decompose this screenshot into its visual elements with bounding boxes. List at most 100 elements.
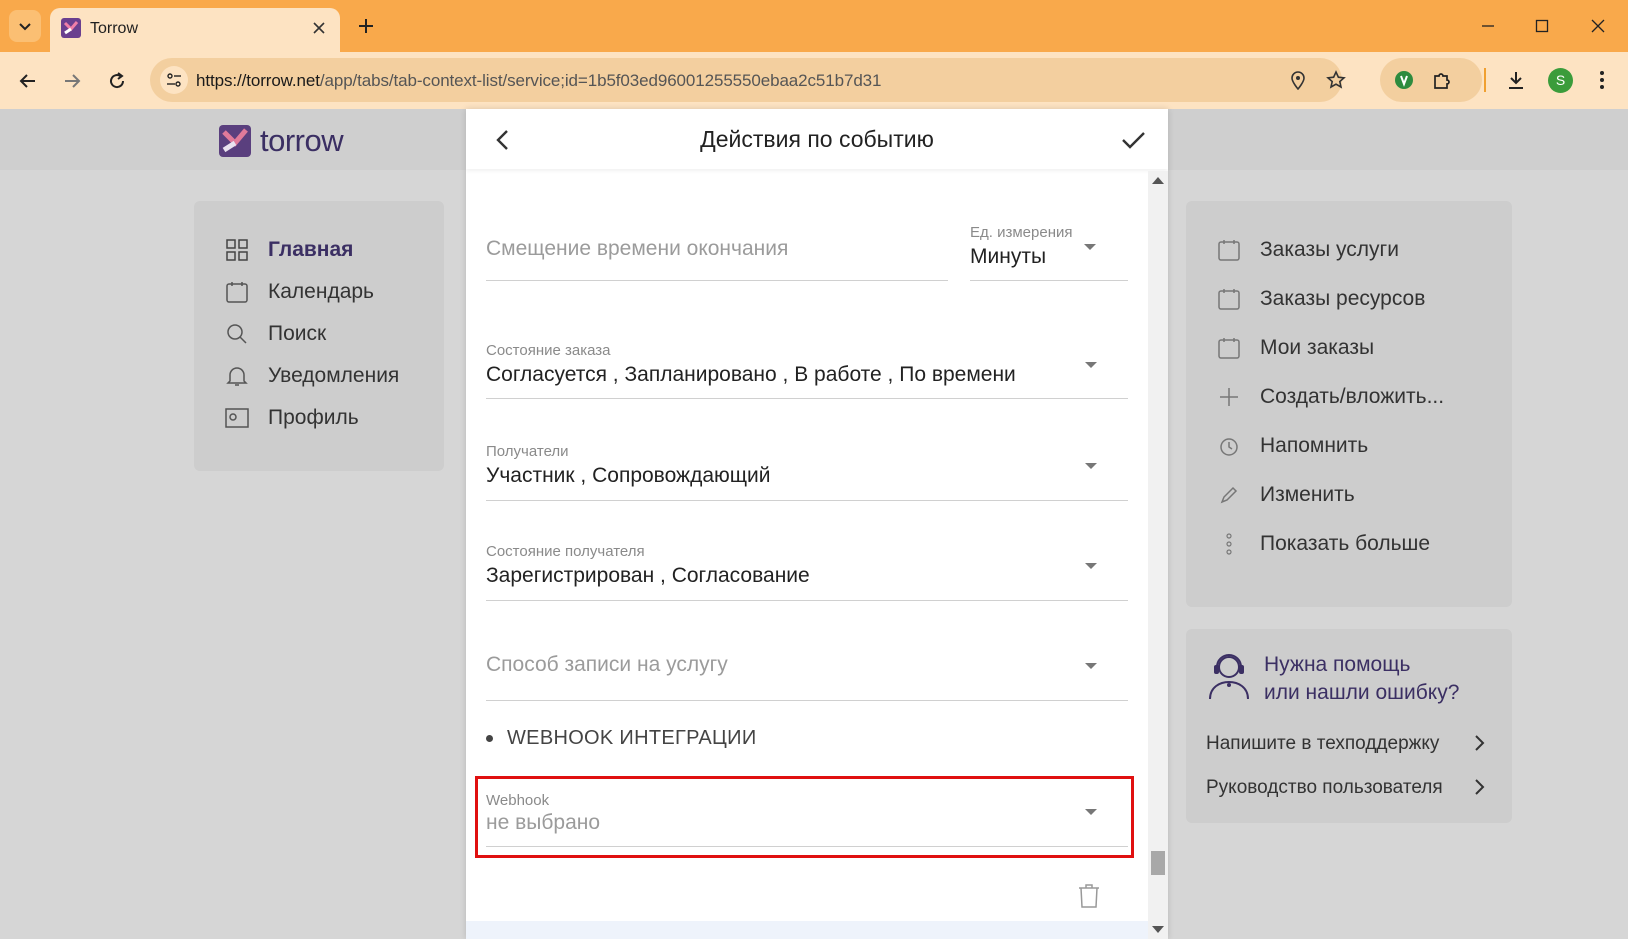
booking-method-select[interactable]: Способ записи на услугу	[486, 653, 728, 677]
nav-item-label: Профиль	[268, 406, 359, 429]
end-offset-input[interactable]: Смещение времени окончания	[486, 237, 788, 261]
toolbar-divider	[1484, 68, 1486, 92]
modal-scrollbar[interactable]	[1148, 171, 1168, 939]
extensions-puzzle-icon[interactable]	[1430, 68, 1454, 92]
help-title-line2: или нашли ошибку?	[1264, 681, 1460, 704]
dropdown-arrow-icon[interactable]	[1085, 463, 1097, 469]
support-link[interactable]: Напишите в техподдержку	[1206, 733, 1496, 755]
action-resource-orders[interactable]: Заказы ресурсов	[1216, 286, 1425, 312]
url-host: https://torrow.net	[196, 71, 320, 90]
field-underline	[486, 398, 1128, 399]
field-underline	[486, 600, 1128, 601]
address-bar[interactable]: https://torrow.net/app/tabs/tab-context-…	[150, 58, 1346, 102]
action-label: Напомнить	[1260, 434, 1369, 457]
nav-item-notifications[interactable]: Уведомления	[224, 363, 399, 389]
action-show-more[interactable]: Показать больше	[1216, 531, 1430, 557]
back-button[interactable]	[13, 66, 43, 96]
booking-method-placeholder: Способ записи на услугу	[486, 653, 728, 676]
dropdown-arrow-icon[interactable]	[1085, 663, 1097, 669]
site-info-icon[interactable]	[160, 66, 188, 94]
recipient-state-select[interactable]: Состояние получателя Зарегистрирован , С…	[486, 543, 810, 588]
scroll-up-arrow-icon[interactable]	[1152, 177, 1164, 184]
extension-shield-icon[interactable]	[1392, 68, 1416, 92]
bell-icon	[224, 363, 250, 389]
left-nav-card: Главная Календарь Поиск Уведомления Проф…	[194, 201, 444, 471]
action-remind[interactable]: Напомнить	[1216, 433, 1368, 459]
reload-button[interactable]	[102, 66, 132, 96]
chevron-right-icon	[1475, 779, 1485, 795]
help-card: Нужна помощь или нашли ошибку? Напишите …	[1186, 629, 1512, 823]
reload-icon	[110, 72, 125, 89]
nav-item-label: Уведомления	[268, 364, 400, 387]
action-label: Изменить	[1260, 483, 1355, 506]
unit-label: Ед. измерения	[970, 224, 1073, 241]
support-agent-icon	[1209, 654, 1249, 700]
help-title-line1: Нужна помощь	[1264, 653, 1411, 676]
location-icon[interactable]	[1286, 68, 1310, 92]
close-icon	[1591, 19, 1605, 33]
bookmark-star-icon[interactable]	[1324, 68, 1348, 92]
end-offset-placeholder: Смещение времени окончания	[486, 237, 789, 260]
right-actions-card: Заказы услуги Заказы ресурсов Мои заказы…	[1186, 201, 1512, 607]
chevron-down-icon	[19, 23, 31, 31]
extensions-area	[1380, 58, 1482, 102]
arrow-left-icon	[19, 74, 35, 88]
action-edit[interactable]: Изменить	[1216, 482, 1355, 508]
nav-item-label: Календарь	[268, 280, 374, 303]
maximize-icon	[1535, 19, 1549, 33]
order-state-value: Согласуется , Запланировано , В работе ,…	[486, 363, 1016, 386]
user-guide-link-label: Руководство пользователя	[1206, 777, 1443, 798]
nav-item-profile[interactable]: Профиль	[224, 405, 359, 431]
nav-item-label: Главная	[268, 238, 354, 261]
dropdown-arrow-icon[interactable]	[1085, 362, 1097, 368]
bullet-dot	[486, 735, 493, 742]
action-my-orders[interactable]: Мои заказы	[1216, 335, 1374, 361]
unit-select[interactable]: Ед. измерения Минуты	[970, 224, 1072, 269]
action-service-orders[interactable]: Заказы услуги	[1216, 237, 1399, 263]
webhook-highlight-box	[475, 776, 1134, 858]
modal-header: Действия по событию	[466, 109, 1168, 169]
recipients-select[interactable]: Получатели Участник , Сопровождающий	[486, 443, 771, 488]
nav-item-search[interactable]: Поиск	[224, 321, 326, 347]
search-icon	[224, 321, 250, 347]
order-state-label: Состояние заказа	[486, 342, 611, 359]
tab-search-button[interactable]	[9, 10, 41, 42]
confirm-button[interactable]	[1118, 125, 1148, 155]
delete-button[interactable]	[1078, 883, 1100, 909]
calendar-icon	[1216, 286, 1242, 312]
trash-icon	[1079, 884, 1099, 908]
close-window-button[interactable]	[1584, 12, 1612, 40]
action-create[interactable]: Создать/вложить...	[1216, 384, 1444, 410]
dropdown-arrow-icon[interactable]	[1085, 563, 1097, 569]
tab-title: Torrow	[90, 20, 139, 37]
maximize-button[interactable]	[1528, 12, 1556, 40]
tab-close-icon[interactable]	[308, 17, 330, 39]
browser-tab[interactable]: Torrow	[50, 8, 340, 52]
new-tab-button[interactable]	[352, 12, 380, 40]
more-vertical-icon[interactable]	[1590, 68, 1614, 92]
download-icon[interactable]	[1504, 68, 1528, 92]
app-logo[interactable]: torrow	[218, 123, 344, 159]
calendar-icon	[224, 279, 250, 305]
webhook-section-heading: WEBHOOK ИНТЕГРАЦИИ	[486, 727, 757, 750]
nav-item-calendar[interactable]: Календарь	[224, 279, 374, 305]
dropdown-arrow-icon[interactable]	[1084, 244, 1096, 250]
profile-avatar[interactable]: S	[1548, 68, 1573, 93]
logo-text: torrow	[260, 123, 344, 158]
user-guide-link[interactable]: Руководство пользователя	[1206, 777, 1496, 799]
modal-footer	[466, 921, 1148, 939]
url-path: /app/tabs/tab-context-list/service;id=1b…	[319, 71, 882, 90]
check-icon	[1122, 132, 1145, 149]
field-underline	[486, 500, 1128, 501]
help-title: Нужна помощь или нашли ошибку?	[1264, 651, 1459, 707]
unit-value: Минуты	[970, 245, 1047, 268]
scrollbar-thumb[interactable]	[1151, 851, 1165, 875]
scroll-down-arrow-icon[interactable]	[1152, 926, 1164, 933]
nav-item-home[interactable]: Главная	[224, 237, 353, 263]
minimize-button[interactable]	[1474, 12, 1502, 40]
calendar-icon	[1216, 335, 1242, 361]
order-state-select[interactable]: Состояние заказа Согласуется , Запланиро…	[486, 342, 1016, 387]
forward-button[interactable]	[57, 66, 87, 96]
minimize-icon	[1482, 25, 1494, 27]
recipient-state-label: Состояние получателя	[486, 543, 645, 560]
